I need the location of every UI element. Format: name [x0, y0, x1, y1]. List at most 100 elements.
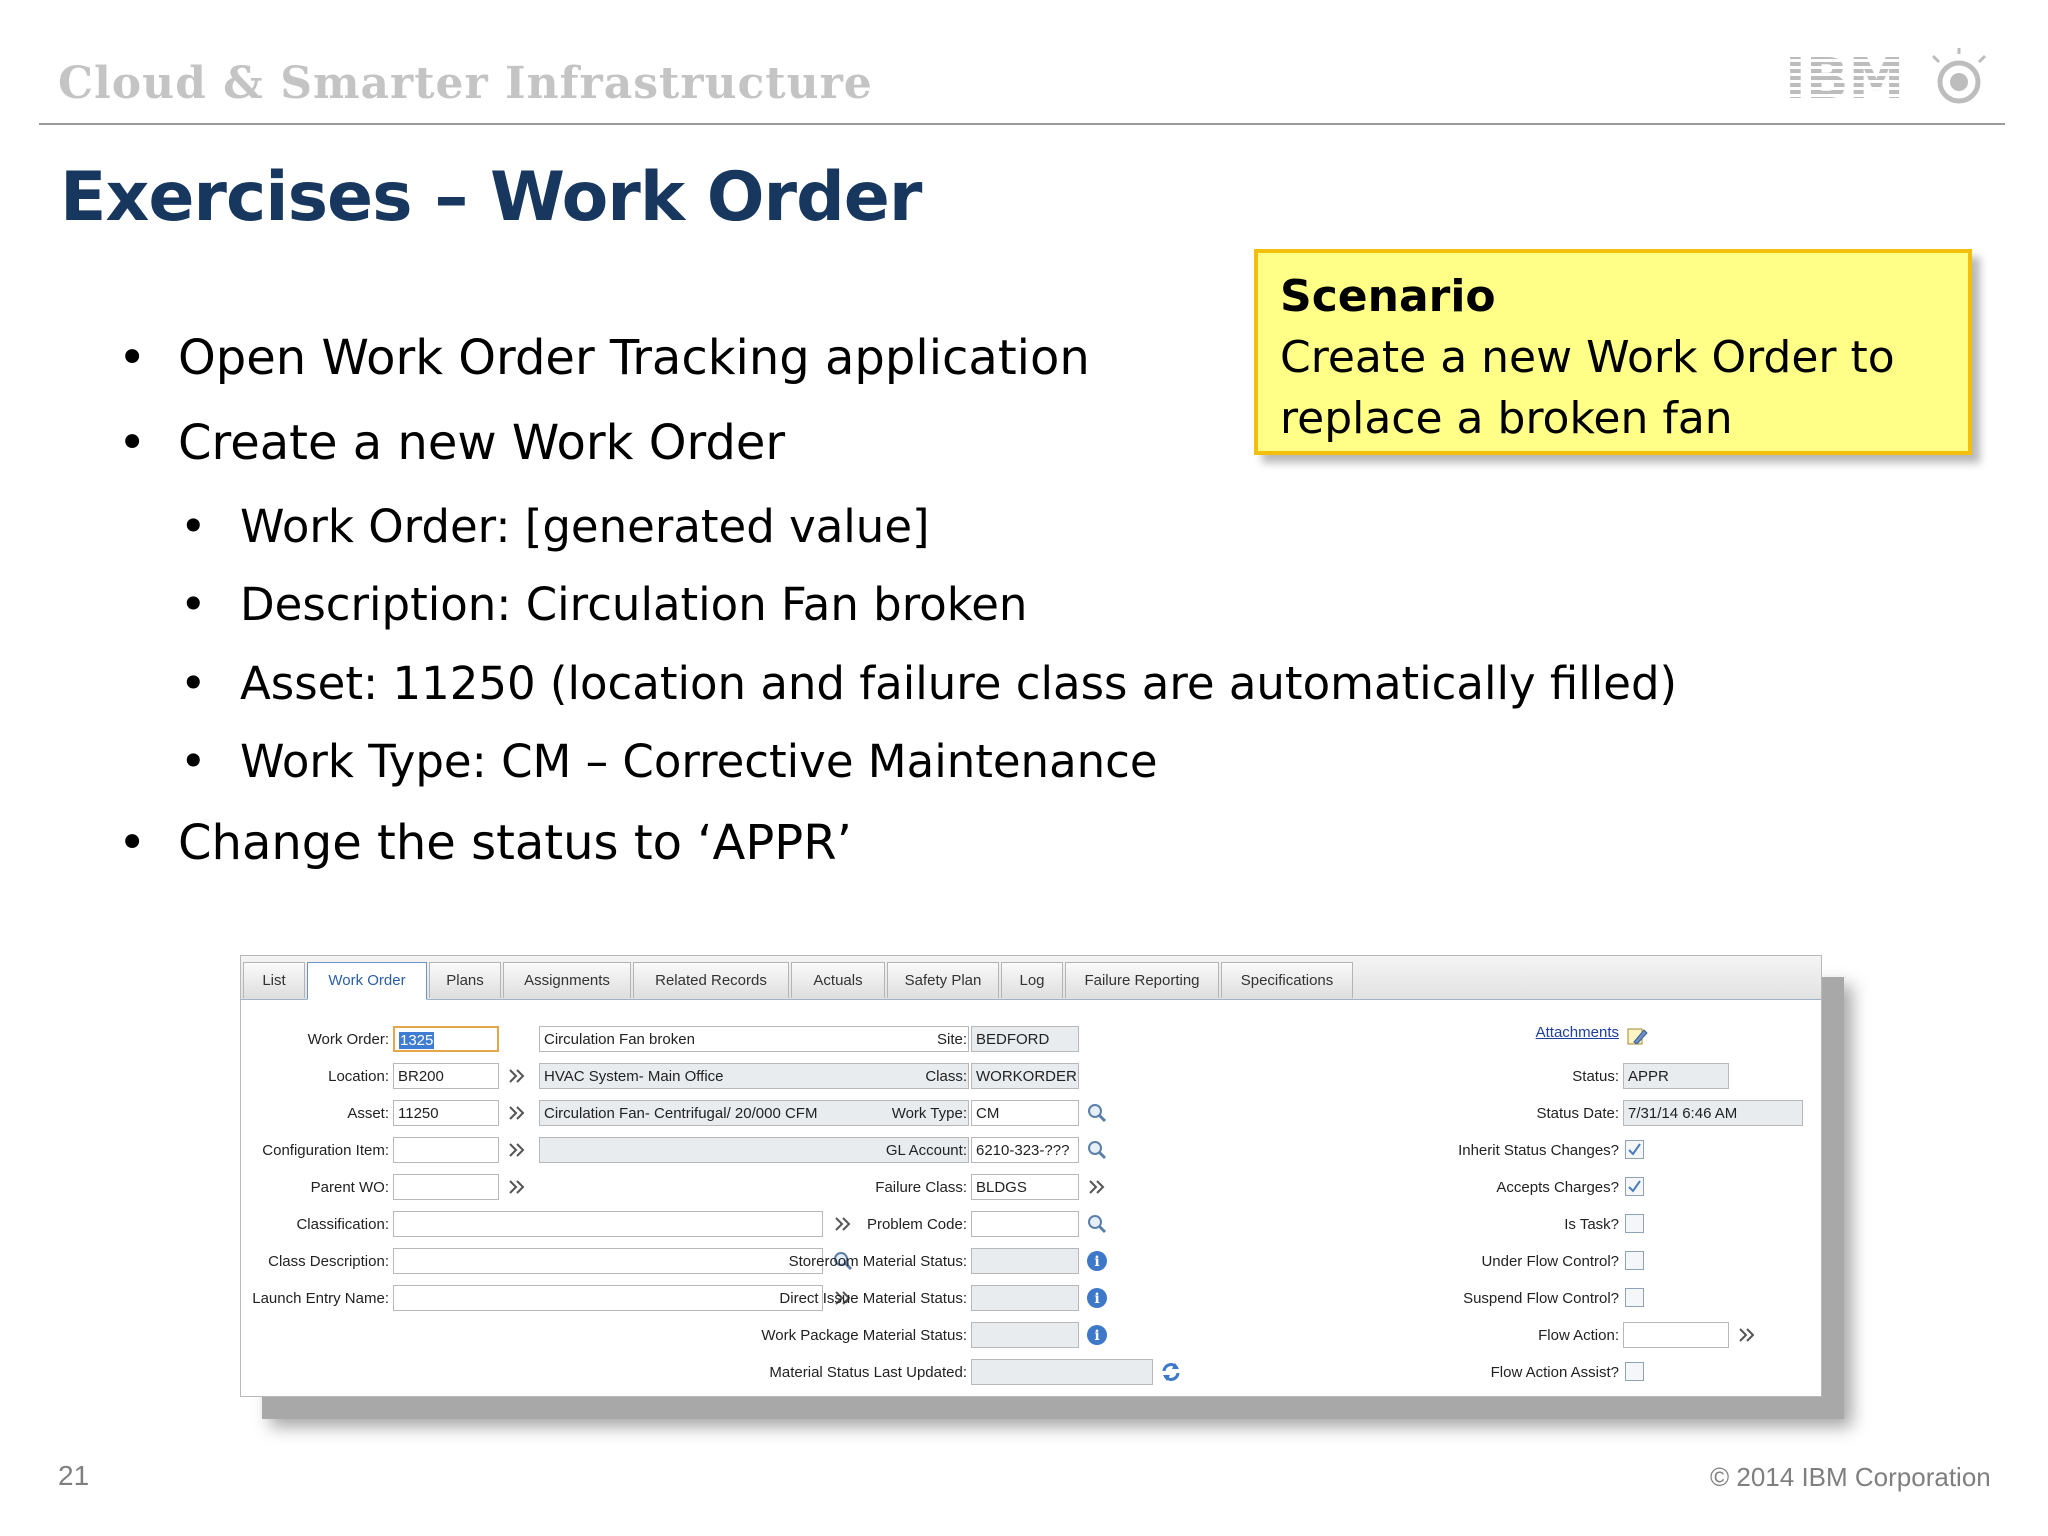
- direct-issue-material-status-field: [971, 1285, 1079, 1311]
- scenario-callout: Scenario Create a new Work Order to repl…: [1254, 249, 1972, 455]
- tab-specifications[interactable]: Specifications: [1221, 962, 1353, 998]
- label-inherit-status-changes: Inherit Status Changes?: [1458, 1142, 1619, 1159]
- location-description-field: HVAC System- Main Office: [539, 1063, 969, 1089]
- scenario-title: Scenario: [1280, 271, 1496, 322]
- under-flow-control-checkbox[interactable]: [1625, 1251, 1644, 1270]
- ibm-logo: IBM: [1785, 47, 1990, 115]
- header-divider: [39, 123, 2005, 125]
- chevron-right-icon[interactable]: [505, 1064, 529, 1088]
- chevron-right-icon[interactable]: [505, 1101, 529, 1125]
- class-field: WORKORDER: [971, 1063, 1079, 1089]
- svg-text:i: i: [1094, 1254, 1099, 1270]
- work-order-screenshot: List Work Order Plans Assignments Relate…: [240, 955, 1822, 1397]
- storeroom-material-status-field: [971, 1248, 1079, 1274]
- launch-entry-name-field[interactable]: [393, 1285, 823, 1311]
- work-type-field[interactable]: CM: [971, 1100, 1079, 1126]
- label-storeroom-material-status: Storeroom Material Status:: [788, 1253, 967, 1270]
- work-package-material-status-field: [971, 1322, 1079, 1348]
- tab-list[interactable]: List: [243, 962, 305, 998]
- gl-account-field[interactable]: 6210-323-???: [971, 1137, 1079, 1163]
- site-field: BEDFORD: [971, 1026, 1079, 1052]
- refresh-icon[interactable]: [1159, 1360, 1183, 1384]
- status-field: APPR: [1623, 1063, 1729, 1089]
- label-work-package-material-status: Work Package Material Status:: [761, 1327, 967, 1344]
- tab-failure-reporting[interactable]: Failure Reporting: [1065, 962, 1219, 998]
- tab-assignments[interactable]: Assignments: [503, 962, 631, 998]
- flow-action-assist-checkbox[interactable]: [1625, 1362, 1644, 1381]
- magnifier-icon[interactable]: [1085, 1212, 1109, 1236]
- suspend-flow-control-checkbox[interactable]: [1625, 1288, 1644, 1307]
- copyright: © 2014 IBM Corporation: [1710, 1462, 1991, 1492]
- description-field[interactable]: Circulation Fan broken: [539, 1026, 969, 1052]
- scenario-line-2: replace a broken fan: [1280, 393, 1733, 444]
- label-suspend-flow-control: Suspend Flow Control?: [1463, 1290, 1619, 1307]
- label-accepts-charges: Accepts Charges?: [1496, 1179, 1619, 1196]
- sub-bullet-description: • Description: Circulation Fan broken: [180, 578, 1028, 631]
- page-number: 21: [58, 1460, 90, 1491]
- label-status-date: Status Date:: [1536, 1105, 1619, 1122]
- classification-field[interactable]: [393, 1211, 823, 1237]
- chevron-right-icon[interactable]: [831, 1212, 855, 1236]
- label-flow-action: Flow Action:: [1538, 1327, 1619, 1344]
- tab-bar: List Work Order Plans Assignments Relate…: [241, 956, 1821, 1000]
- inherit-status-changes-checkbox[interactable]: [1625, 1140, 1644, 1159]
- label-launch-entry-name: Launch Entry Name:: [252, 1290, 389, 1307]
- svg-text:i: i: [1094, 1328, 1099, 1344]
- label-site: Site:: [936, 1031, 967, 1048]
- chevron-right-icon[interactable]: [505, 1138, 529, 1162]
- material-status-last-updated-field: [971, 1359, 1153, 1385]
- class-description-field[interactable]: [393, 1248, 823, 1274]
- is-task-checkbox[interactable]: [1625, 1214, 1644, 1233]
- label-classification: Classification:: [296, 1216, 389, 1233]
- flow-action-field[interactable]: [1623, 1322, 1729, 1348]
- label-work-order: Work Order:: [307, 1031, 389, 1048]
- ibm-logo-icon: IBM: [1785, 47, 1987, 112]
- label-flow-action-assist: Flow Action Assist?: [1490, 1364, 1619, 1381]
- accepts-charges-checkbox[interactable]: [1625, 1177, 1644, 1196]
- label-gl-account: GL Account:: [885, 1142, 967, 1159]
- label-failure-class: Failure Class:: [875, 1179, 967, 1196]
- configuration-item-field[interactable]: [393, 1137, 499, 1163]
- info-icon[interactable]: i: [1085, 1249, 1109, 1273]
- info-icon[interactable]: i: [1085, 1323, 1109, 1347]
- chevron-right-icon[interactable]: [1085, 1175, 1109, 1199]
- label-parent-wo: Parent WO:: [310, 1179, 389, 1196]
- header-title: Cloud & Smarter Infrastructure: [58, 58, 873, 109]
- label-asset: Asset:: [347, 1105, 389, 1122]
- label-class-description: Class Description:: [268, 1253, 389, 1270]
- label-work-type: Work Type:: [891, 1105, 967, 1122]
- label-problem-code: Problem Code:: [866, 1216, 967, 1233]
- status-date-field: 7/31/14 6:46 AM: [1623, 1100, 1803, 1126]
- magnifier-icon[interactable]: [1085, 1101, 1109, 1125]
- tab-work-order[interactable]: Work Order: [307, 962, 427, 1000]
- label-material-status-last-updated: Material Status Last Updated:: [769, 1364, 967, 1381]
- location-field[interactable]: BR200: [393, 1063, 499, 1089]
- tab-actuals[interactable]: Actuals: [791, 962, 885, 998]
- attachments-link[interactable]: Attachments: [1536, 1024, 1619, 1041]
- tab-safety-plan[interactable]: Safety Plan: [887, 962, 999, 998]
- attachments-icon[interactable]: [1625, 1024, 1649, 1048]
- tab-related-records[interactable]: Related Records: [633, 962, 789, 998]
- bullet-create-wo: • Create a new Work Order: [118, 415, 786, 471]
- failure-class-field[interactable]: BLDGS: [971, 1174, 1079, 1200]
- asset-field[interactable]: 11250: [393, 1100, 499, 1126]
- scenario-line-1: Create a new Work Order to: [1280, 332, 1895, 383]
- magnifier-icon[interactable]: [1085, 1138, 1109, 1162]
- bullet-change-status: • Change the status to ‘APPR’: [118, 815, 852, 871]
- sub-bullet-work-order: • Work Order: [generated value]: [180, 500, 930, 553]
- tab-log[interactable]: Log: [1001, 962, 1063, 998]
- tab-plans[interactable]: Plans: [429, 962, 501, 998]
- work-order-field[interactable]: 1325: [393, 1026, 499, 1052]
- label-is-task: Is Task?: [1564, 1216, 1619, 1233]
- sub-bullet-asset: • Asset: 11250 (location and failure clas…: [180, 657, 1678, 710]
- parent-wo-field[interactable]: [393, 1174, 499, 1200]
- chevron-right-icon[interactable]: [1735, 1323, 1759, 1347]
- label-location: Location:: [328, 1068, 389, 1085]
- chevron-right-icon[interactable]: [505, 1175, 529, 1199]
- label-direct-issue-material-status: Direct Issue Material Status:: [779, 1290, 967, 1307]
- label-class: Class:: [925, 1068, 967, 1085]
- slide-title: Exercises – Work Order: [60, 158, 922, 237]
- label-status: Status:: [1572, 1068, 1619, 1085]
- problem-code-field[interactable]: [971, 1211, 1079, 1237]
- info-icon[interactable]: i: [1085, 1286, 1109, 1310]
